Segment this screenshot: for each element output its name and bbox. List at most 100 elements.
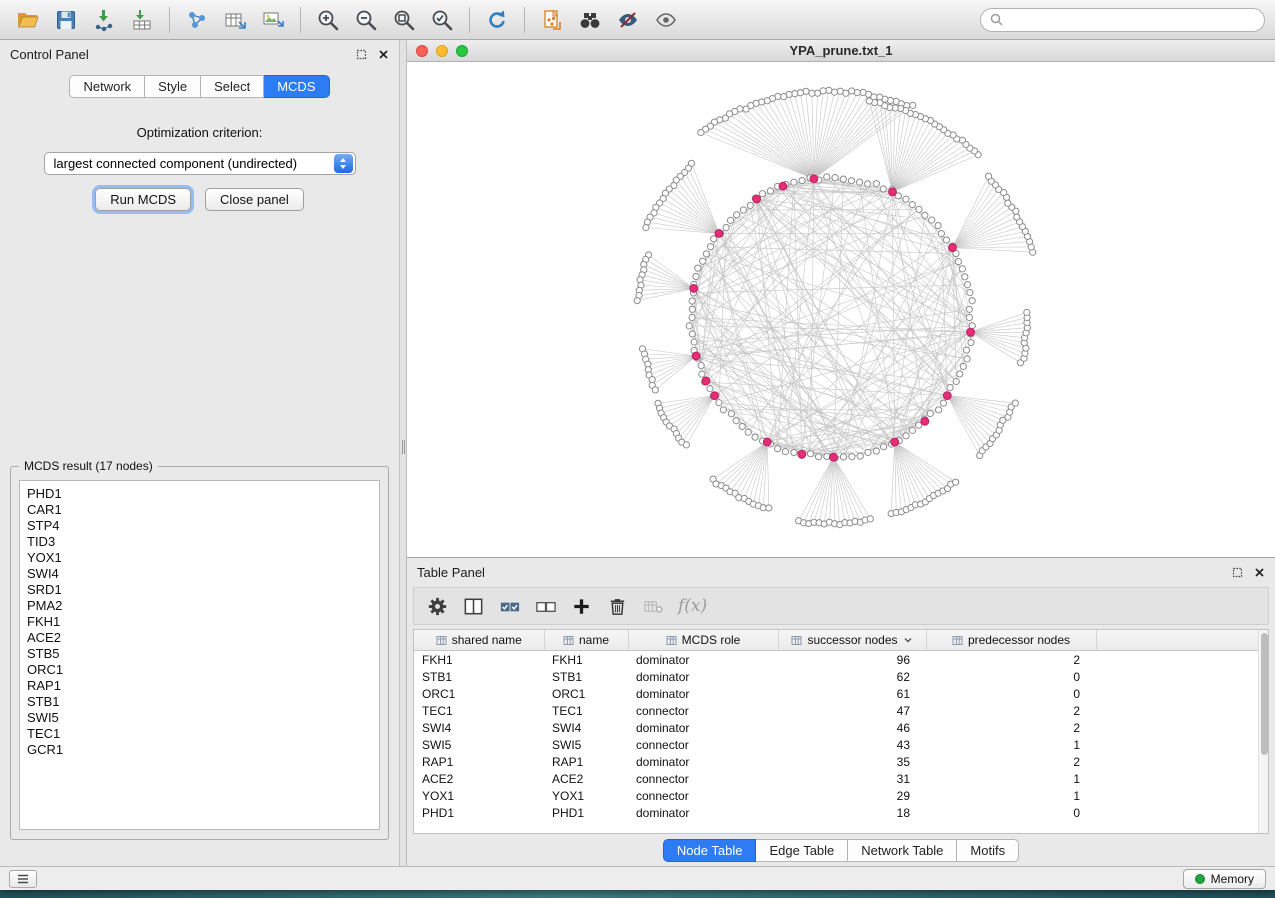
gear-icon[interactable] xyxy=(426,595,449,618)
network-node[interactable] xyxy=(935,222,941,228)
network-node[interactable] xyxy=(807,451,813,457)
network-node[interactable] xyxy=(686,323,692,329)
network-node[interactable] xyxy=(962,274,968,280)
network-hub-node[interactable] xyxy=(763,438,771,446)
cell-shared_name[interactable]: SWI5 xyxy=(414,736,544,753)
network-node[interactable] xyxy=(865,181,871,187)
close-panel-icon[interactable] xyxy=(378,49,389,60)
network-node[interactable] xyxy=(693,273,699,279)
network-node[interactable] xyxy=(767,188,773,194)
network-hub-node[interactable] xyxy=(692,352,700,360)
network-node[interactable] xyxy=(832,175,838,181)
network-node[interactable] xyxy=(936,407,942,413)
network-node[interactable] xyxy=(1012,400,1018,406)
network-node[interactable] xyxy=(903,196,909,202)
network-node[interactable] xyxy=(781,94,787,100)
open-session-button[interactable] xyxy=(10,4,46,36)
mcds-result-item[interactable]: STP4 xyxy=(27,518,372,534)
tab-select[interactable]: Select xyxy=(201,75,264,98)
network-node[interactable] xyxy=(759,191,765,197)
network-node[interactable] xyxy=(960,363,966,369)
network-hub-node[interactable] xyxy=(943,392,951,400)
cell-successors[interactable]: 47 xyxy=(778,702,926,719)
mcds-result-item[interactable]: TID3 xyxy=(27,534,372,550)
cell-successors[interactable]: 35 xyxy=(778,753,926,770)
cell-name[interactable]: SWI5 xyxy=(544,736,628,753)
mcds-result-item[interactable]: ACE2 xyxy=(27,630,372,646)
mcds-result-item[interactable]: ORC1 xyxy=(27,662,372,678)
network-node[interactable] xyxy=(739,423,745,429)
table-row[interactable]: SWI5SWI5connector431 xyxy=(414,736,1268,753)
network-node[interactable] xyxy=(707,386,713,392)
network-node[interactable] xyxy=(728,411,734,417)
search-input[interactable] xyxy=(1009,13,1255,27)
cell-successors[interactable]: 29 xyxy=(778,787,926,804)
table-row[interactable]: SWI4SWI4dominator462 xyxy=(414,719,1268,736)
run-mcds-button[interactable]: Run MCDS xyxy=(95,188,191,211)
cell-predecessors[interactable]: 0 xyxy=(926,668,1096,685)
network-node[interactable] xyxy=(922,212,928,218)
cell-name[interactable]: SWI4 xyxy=(544,719,628,736)
cell-role[interactable]: connector xyxy=(628,770,778,787)
network-node[interactable] xyxy=(1024,309,1030,315)
network-node[interactable] xyxy=(927,410,933,416)
network-window-titlebar[interactable]: YPA_prune.txt_1 xyxy=(407,40,1275,62)
cell-role[interactable]: dominator xyxy=(628,668,778,685)
network-node[interactable] xyxy=(720,407,726,413)
network-node[interactable] xyxy=(643,225,649,231)
float-panel-icon[interactable] xyxy=(1232,567,1243,578)
mcds-result-item[interactable]: STB5 xyxy=(27,646,372,662)
tab-network-table[interactable]: Network Table xyxy=(848,839,957,862)
network-hub-node[interactable] xyxy=(949,244,957,252)
window-close-icon[interactable] xyxy=(416,45,428,57)
import-table-file-button[interactable] xyxy=(124,4,160,36)
col-header-shared-name[interactable]: shared name xyxy=(414,630,544,651)
cell-successors[interactable]: 62 xyxy=(778,668,926,685)
network-node[interactable] xyxy=(959,266,965,272)
network-node[interactable] xyxy=(698,362,704,368)
cell-empty[interactable] xyxy=(1096,668,1268,685)
table-row[interactable]: YOX1YOX1connector291 xyxy=(414,787,1268,804)
network-node[interactable] xyxy=(856,179,862,185)
search-field[interactable] xyxy=(980,8,1265,32)
network-node[interactable] xyxy=(940,400,946,406)
network-node[interactable] xyxy=(683,442,689,448)
cell-name[interactable]: RAP1 xyxy=(544,753,628,770)
cell-shared_name[interactable]: FKH1 xyxy=(414,651,544,669)
panel-splitter[interactable] xyxy=(400,40,407,866)
network-node[interactable] xyxy=(840,454,846,460)
network-node[interactable] xyxy=(782,449,788,455)
network-node[interactable] xyxy=(837,88,843,94)
cell-empty[interactable] xyxy=(1096,719,1268,736)
network-node[interactable] xyxy=(929,217,935,223)
cell-empty[interactable] xyxy=(1096,753,1268,770)
network-report-button[interactable] xyxy=(534,4,570,36)
mcds-result-item[interactable]: TEC1 xyxy=(27,726,372,742)
network-node[interactable] xyxy=(866,98,872,104)
network-node[interactable] xyxy=(689,314,695,320)
network-hub-node[interactable] xyxy=(715,230,723,238)
optimization-criterion-select[interactable]: largest connected component (undirected) xyxy=(44,152,356,175)
network-hub-node[interactable] xyxy=(702,377,710,385)
network-node[interactable] xyxy=(711,236,717,242)
cell-shared_name[interactable]: PHD1 xyxy=(414,804,544,821)
cell-predecessors[interactable]: 2 xyxy=(926,702,1096,719)
mcds-result-item[interactable]: FKH1 xyxy=(27,614,372,630)
cell-shared_name[interactable]: TEC1 xyxy=(414,702,544,719)
cell-predecessors[interactable]: 2 xyxy=(926,753,1096,770)
cell-role[interactable]: dominator xyxy=(628,719,778,736)
mcds-result-list[interactable]: PHD1CAR1STP4TID3YOX1SWI4SRD1PMA2FKH1ACE2… xyxy=(19,480,380,830)
new-table-button[interactable] xyxy=(217,4,253,36)
network-node[interactable] xyxy=(766,505,772,511)
network-hub-node[interactable] xyxy=(810,175,818,183)
col-header-successor-nodes[interactable]: successor nodes xyxy=(778,630,926,651)
cell-predecessors[interactable]: 1 xyxy=(926,770,1096,787)
network-node[interactable] xyxy=(745,429,751,435)
cell-name[interactable]: TEC1 xyxy=(544,702,628,719)
cell-predecessors[interactable]: 1 xyxy=(926,787,1096,804)
network-node[interactable] xyxy=(695,265,701,271)
cell-predecessors[interactable]: 1 xyxy=(926,736,1096,753)
chevron-down-icon[interactable] xyxy=(903,636,913,644)
cell-name[interactable]: YOX1 xyxy=(544,787,628,804)
network-hub-node[interactable] xyxy=(690,285,698,293)
